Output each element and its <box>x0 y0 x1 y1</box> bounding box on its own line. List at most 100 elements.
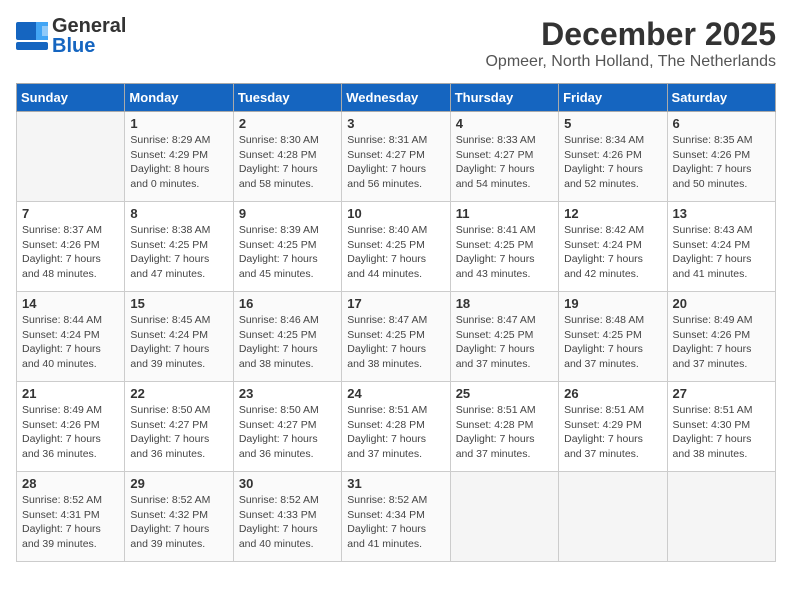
day-cell: 13Sunrise: 8:43 AM Sunset: 4:24 PM Dayli… <box>667 202 775 292</box>
day-number: 31 <box>347 476 444 491</box>
day-info: Sunrise: 8:52 AM Sunset: 4:33 PM Dayligh… <box>239 493 336 552</box>
day-info: Sunrise: 8:40 AM Sunset: 4:25 PM Dayligh… <box>347 223 444 282</box>
day-info: Sunrise: 8:38 AM Sunset: 4:25 PM Dayligh… <box>130 223 227 282</box>
day-info: Sunrise: 8:39 AM Sunset: 4:25 PM Dayligh… <box>239 223 336 282</box>
day-info: Sunrise: 8:37 AM Sunset: 4:26 PM Dayligh… <box>22 223 119 282</box>
day-info: Sunrise: 8:50 AM Sunset: 4:27 PM Dayligh… <box>130 403 227 462</box>
day-number: 7 <box>22 206 119 221</box>
day-cell: 3Sunrise: 8:31 AM Sunset: 4:27 PM Daylig… <box>342 112 450 202</box>
logo-blue: Blue <box>52 36 126 56</box>
day-info: Sunrise: 8:42 AM Sunset: 4:24 PM Dayligh… <box>564 223 661 282</box>
day-number: 18 <box>456 296 553 311</box>
day-number: 29 <box>130 476 227 491</box>
day-info: Sunrise: 8:33 AM Sunset: 4:27 PM Dayligh… <box>456 133 553 192</box>
day-cell: 26Sunrise: 8:51 AM Sunset: 4:29 PM Dayli… <box>559 382 667 472</box>
day-number: 9 <box>239 206 336 221</box>
day-cell: 21 Sunrise: 8:49 AM Sunset: 4:26 PM Dayli… <box>17 382 125 472</box>
day-number: 5 <box>564 116 661 131</box>
header-monday: Monday <box>125 84 233 112</box>
day-cell <box>667 472 775 562</box>
day-number: 6 <box>673 116 770 131</box>
day-info: Sunrise: 8:47 AM Sunset: 4:25 PM Dayligh… <box>456 313 553 372</box>
day-info: Sunrise: 8:46 AM Sunset: 4:25 PM Dayligh… <box>239 313 336 372</box>
header-row: SundayMondayTuesdayWednesdayThursdayFrid… <box>17 84 776 112</box>
day-number: 12 <box>564 206 661 221</box>
week-row-5: 28 Sunrise: 8:52 AM Sunset: 4:31 PM Dayli… <box>17 472 776 562</box>
day-cell: 19Sunrise: 8:48 AM Sunset: 4:25 PM Dayli… <box>559 292 667 382</box>
day-cell: 23 Sunrise: 8:50 AM Sunset: 4:27 PM Dayli… <box>233 382 341 472</box>
day-number: 3 <box>347 116 444 131</box>
day-info: Sunrise: 8:44 AM Sunset: 4:24 PM Dayligh… <box>22 313 119 372</box>
day-cell: 14 Sunrise: 8:44 AM Sunset: 4:24 PM Dayli… <box>17 292 125 382</box>
day-number: 17 <box>347 296 444 311</box>
calendar-subtitle: Opmeer, North Holland, The Netherlands <box>485 53 776 71</box>
day-info: Sunrise: 8:35 AM Sunset: 4:26 PM Dayligh… <box>673 133 770 192</box>
day-number: 15 <box>130 296 227 311</box>
day-number: 23 <box>239 386 336 401</box>
day-number: 10 <box>347 206 444 221</box>
day-cell: 29Sunrise: 8:52 AM Sunset: 4:32 PM Dayli… <box>125 472 233 562</box>
day-info: Sunrise: 8:51 AM Sunset: 4:30 PM Dayligh… <box>673 403 770 462</box>
day-info: Sunrise: 8:47 AM Sunset: 4:25 PM Dayligh… <box>347 313 444 372</box>
week-row-3: 14 Sunrise: 8:44 AM Sunset: 4:24 PM Dayli… <box>17 292 776 382</box>
day-number: 30 <box>239 476 336 491</box>
header-sunday: Sunday <box>17 84 125 112</box>
logo: General Blue <box>16 16 126 56</box>
day-number: 11 <box>456 206 553 221</box>
day-cell: 30 Sunrise: 8:52 AM Sunset: 4:33 PM Dayli… <box>233 472 341 562</box>
day-info: Sunrise: 8:50 AM Sunset: 4:27 PM Dayligh… <box>239 403 336 462</box>
day-cell: 2 Sunrise: 8:30 AM Sunset: 4:28 PM Daylig… <box>233 112 341 202</box>
day-cell: 10 Sunrise: 8:40 AM Sunset: 4:25 PM Dayli… <box>342 202 450 292</box>
header-wednesday: Wednesday <box>342 84 450 112</box>
day-number: 28 <box>22 476 119 491</box>
week-row-1: 1 Sunrise: 8:29 AM Sunset: 4:29 PM Daylig… <box>17 112 776 202</box>
day-number: 4 <box>456 116 553 131</box>
day-number: 20 <box>673 296 770 311</box>
day-number: 22 <box>130 386 227 401</box>
header-thursday: Thursday <box>450 84 558 112</box>
calendar-title: December 2025 <box>485 16 776 53</box>
day-info: Sunrise: 8:49 AM Sunset: 4:26 PM Dayligh… <box>22 403 119 462</box>
logo-icon <box>16 22 48 50</box>
day-info: Sunrise: 8:30 AM Sunset: 4:28 PM Dayligh… <box>239 133 336 192</box>
week-row-4: 21 Sunrise: 8:49 AM Sunset: 4:26 PM Dayli… <box>17 382 776 472</box>
day-cell: 31 Sunrise: 8:52 AM Sunset: 4:34 PM Dayli… <box>342 472 450 562</box>
day-info: Sunrise: 8:45 AM Sunset: 4:24 PM Dayligh… <box>130 313 227 372</box>
day-number: 27 <box>673 386 770 401</box>
day-cell: 24Sunrise: 8:51 AM Sunset: 4:28 PM Dayli… <box>342 382 450 472</box>
day-cell: 7 Sunrise: 8:37 AM Sunset: 4:26 PM Daylig… <box>17 202 125 292</box>
day-number: 1 <box>130 116 227 131</box>
day-info: Sunrise: 8:29 AM Sunset: 4:29 PM Dayligh… <box>130 133 227 192</box>
day-info: Sunrise: 8:51 AM Sunset: 4:29 PM Dayligh… <box>564 403 661 462</box>
day-cell: 25Sunrise: 8:51 AM Sunset: 4:28 PM Dayli… <box>450 382 558 472</box>
day-info: Sunrise: 8:52 AM Sunset: 4:31 PM Dayligh… <box>22 493 119 552</box>
day-cell: 27 Sunrise: 8:51 AM Sunset: 4:30 PM Dayli… <box>667 382 775 472</box>
day-number: 13 <box>673 206 770 221</box>
title-area: December 2025 Opmeer, North Holland, The… <box>485 16 776 71</box>
day-cell <box>17 112 125 202</box>
day-number: 16 <box>239 296 336 311</box>
header-tuesday: Tuesday <box>233 84 341 112</box>
day-cell: 1 Sunrise: 8:29 AM Sunset: 4:29 PM Daylig… <box>125 112 233 202</box>
day-cell: 9 Sunrise: 8:39 AM Sunset: 4:25 PM Daylig… <box>233 202 341 292</box>
day-cell: 16 Sunrise: 8:46 AM Sunset: 4:25 PM Dayli… <box>233 292 341 382</box>
day-info: Sunrise: 8:51 AM Sunset: 4:28 PM Dayligh… <box>347 403 444 462</box>
day-number: 8 <box>130 206 227 221</box>
header-friday: Friday <box>559 84 667 112</box>
day-cell <box>450 472 558 562</box>
day-info: Sunrise: 8:49 AM Sunset: 4:26 PM Dayligh… <box>673 313 770 372</box>
day-info: Sunrise: 8:34 AM Sunset: 4:26 PM Dayligh… <box>564 133 661 192</box>
page-header: General Blue December 2025 Opmeer, North… <box>16 16 776 71</box>
day-cell: 4 Sunrise: 8:33 AM Sunset: 4:27 PM Daylig… <box>450 112 558 202</box>
day-info: Sunrise: 8:52 AM Sunset: 4:34 PM Dayligh… <box>347 493 444 552</box>
day-cell: 8 Sunrise: 8:38 AM Sunset: 4:25 PM Daylig… <box>125 202 233 292</box>
day-cell: 11 Sunrise: 8:41 AM Sunset: 4:25 PM Dayli… <box>450 202 558 292</box>
day-number: 21 <box>22 386 119 401</box>
day-number: 2 <box>239 116 336 131</box>
day-cell: 22 Sunrise: 8:50 AM Sunset: 4:27 PM Dayli… <box>125 382 233 472</box>
day-info: Sunrise: 8:41 AM Sunset: 4:25 PM Dayligh… <box>456 223 553 282</box>
day-number: 14 <box>22 296 119 311</box>
day-cell: 18 Sunrise: 8:47 AM Sunset: 4:25 PM Dayli… <box>450 292 558 382</box>
day-cell: 15 Sunrise: 8:45 AM Sunset: 4:24 PM Dayli… <box>125 292 233 382</box>
day-cell: 12 Sunrise: 8:42 AM Sunset: 4:24 PM Dayli… <box>559 202 667 292</box>
